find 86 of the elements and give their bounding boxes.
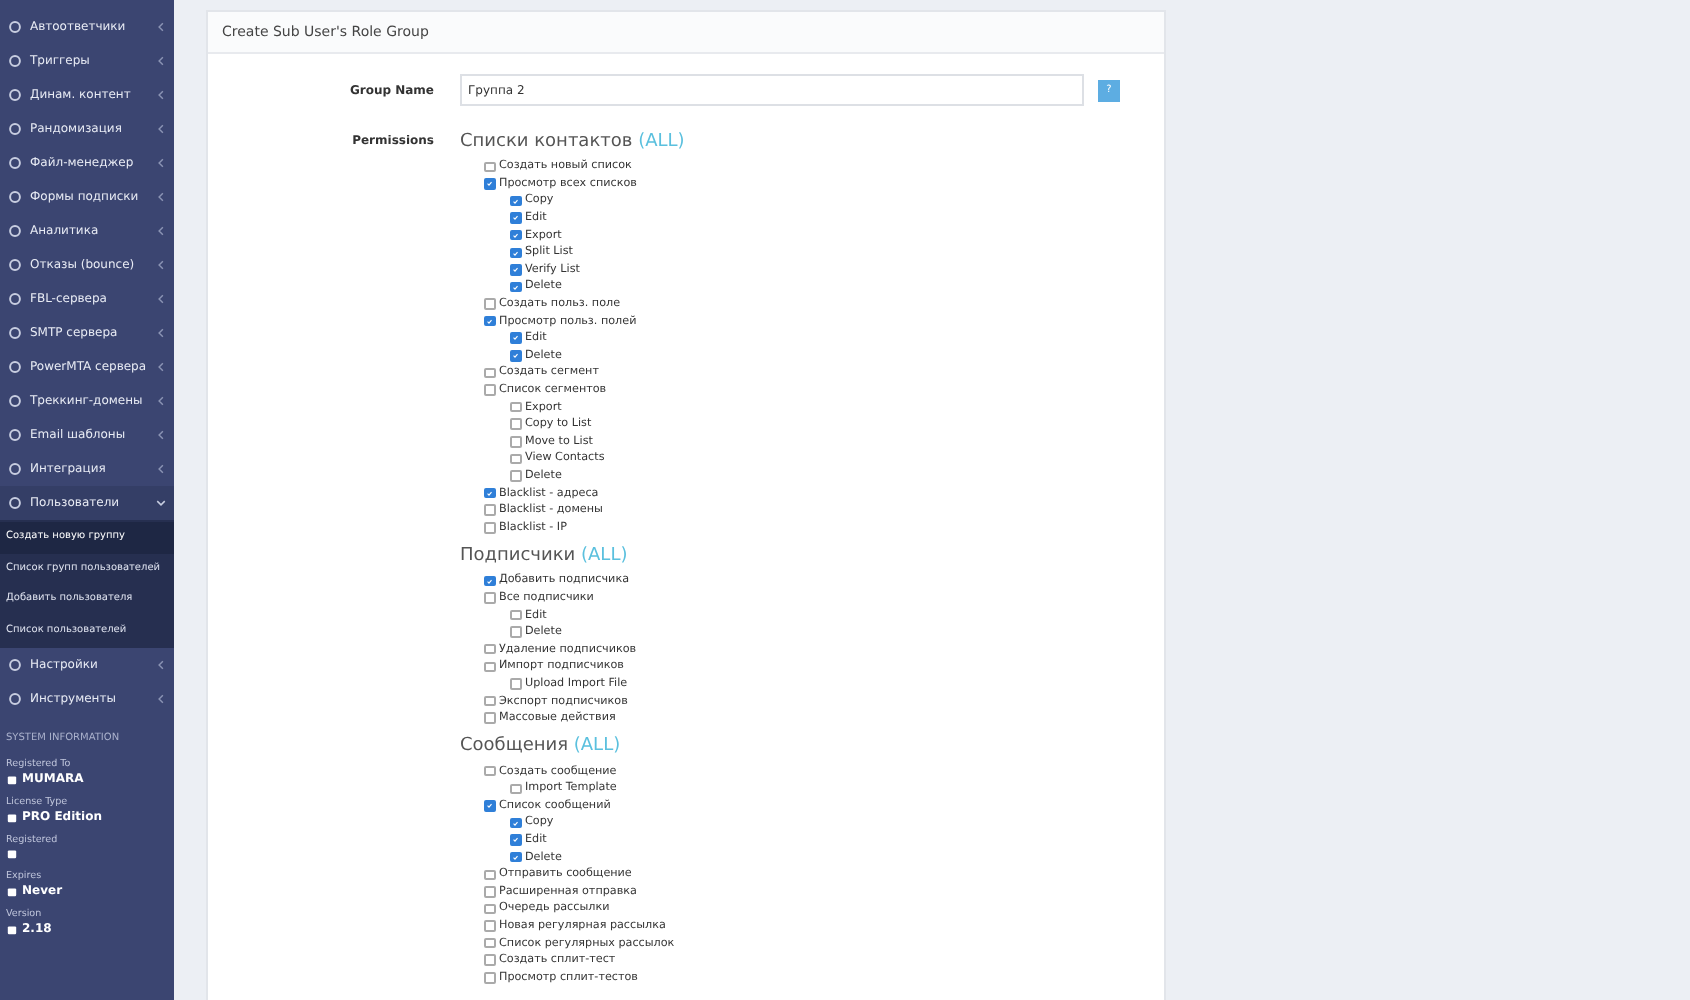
checkbox[interactable]	[484, 178, 495, 190]
checkbox[interactable]	[510, 453, 521, 465]
checkbox[interactable]	[510, 609, 521, 621]
info-icon	[6, 923, 18, 935]
circle-icon	[8, 258, 22, 272]
circle-icon	[8, 360, 22, 374]
chevron-left-icon	[156, 660, 166, 670]
chevron-left-icon	[156, 90, 166, 100]
checkbox[interactable]	[510, 281, 521, 293]
section-title: Подписчики	[460, 546, 576, 567]
circle-icon	[8, 190, 22, 204]
circle-icon	[8, 20, 22, 34]
chevron-left-icon	[156, 294, 166, 304]
checkbox[interactable]	[510, 350, 521, 362]
checkbox[interactable]	[484, 504, 495, 516]
checkbox[interactable]	[484, 298, 495, 310]
checkbox[interactable]	[510, 470, 521, 482]
checkbox[interactable]	[484, 522, 495, 534]
checkbox[interactable]	[510, 212, 521, 224]
checkbox[interactable]	[484, 592, 495, 604]
checkbox[interactable]	[510, 834, 521, 846]
checkbox[interactable]	[484, 161, 495, 173]
checkbox[interactable]	[484, 661, 495, 673]
info-icon	[6, 885, 18, 897]
chevron-left-icon	[156, 124, 166, 134]
checkbox[interactable]	[510, 626, 521, 638]
checkbox[interactable]	[484, 315, 495, 327]
chevron-left-icon	[156, 226, 166, 236]
circle-icon	[8, 122, 22, 136]
circle-icon	[8, 496, 22, 510]
checkbox[interactable]	[484, 869, 495, 881]
circle-icon	[8, 292, 22, 306]
chevron-left-icon	[156, 260, 166, 270]
checkbox[interactable]	[510, 436, 521, 448]
circle-icon	[8, 88, 22, 102]
chevron-left-icon	[156, 464, 166, 474]
section-title: Сообщения	[460, 736, 569, 757]
chevron-left-icon	[156, 328, 166, 338]
checkbox[interactable]	[510, 332, 521, 344]
checkbox[interactable]	[510, 401, 521, 413]
checkbox[interactable]	[484, 886, 495, 898]
circle-icon	[8, 462, 22, 476]
checkbox[interactable]	[510, 678, 521, 690]
circle-icon	[8, 394, 22, 408]
checkbox[interactable]	[484, 712, 495, 724]
circle-icon	[8, 692, 22, 706]
checkbox[interactable]	[484, 972, 495, 984]
checkbox[interactable]	[510, 229, 521, 241]
chevron-left-icon	[156, 192, 166, 202]
info-icon	[6, 811, 18, 823]
checkbox[interactable]	[510, 783, 521, 795]
checkbox[interactable]	[484, 920, 495, 932]
chevron-left-icon	[156, 362, 166, 372]
checkbox[interactable]	[484, 937, 495, 949]
checkbox[interactable]	[510, 418, 521, 430]
checkbox[interactable]	[484, 695, 495, 707]
chevron-left-icon	[156, 158, 166, 168]
circle-icon	[8, 156, 22, 170]
chevron-left-icon	[156, 22, 166, 32]
circle-icon	[8, 224, 22, 238]
checkbox[interactable]	[484, 643, 495, 655]
checkbox[interactable]	[484, 765, 495, 777]
circle-icon	[8, 54, 22, 68]
checkbox[interactable]	[484, 487, 495, 499]
checkbox[interactable]	[484, 954, 495, 966]
chevron-left-icon	[156, 396, 166, 406]
chevron-left-icon	[156, 56, 166, 66]
checkbox[interactable]	[484, 367, 495, 379]
checkbox[interactable]	[510, 247, 521, 259]
checkbox[interactable]	[510, 195, 521, 207]
checkbox[interactable]	[484, 903, 495, 915]
chevron-left-icon	[156, 430, 166, 440]
checkbox[interactable]	[484, 575, 495, 587]
chevron-left-icon	[156, 694, 166, 704]
checkbox[interactable]	[484, 384, 495, 396]
circle-icon	[8, 326, 22, 340]
circle-icon	[8, 658, 22, 672]
info-icon	[6, 773, 18, 785]
checkbox[interactable]	[510, 264, 521, 276]
chevron-down-icon	[156, 498, 166, 508]
info-icon	[6, 848, 18, 860]
checkbox[interactable]	[510, 851, 521, 863]
section-title: Списки контактов	[460, 132, 633, 152]
checkbox[interactable]	[484, 800, 495, 812]
checkbox[interactable]	[510, 817, 521, 829]
circle-icon	[8, 428, 22, 442]
